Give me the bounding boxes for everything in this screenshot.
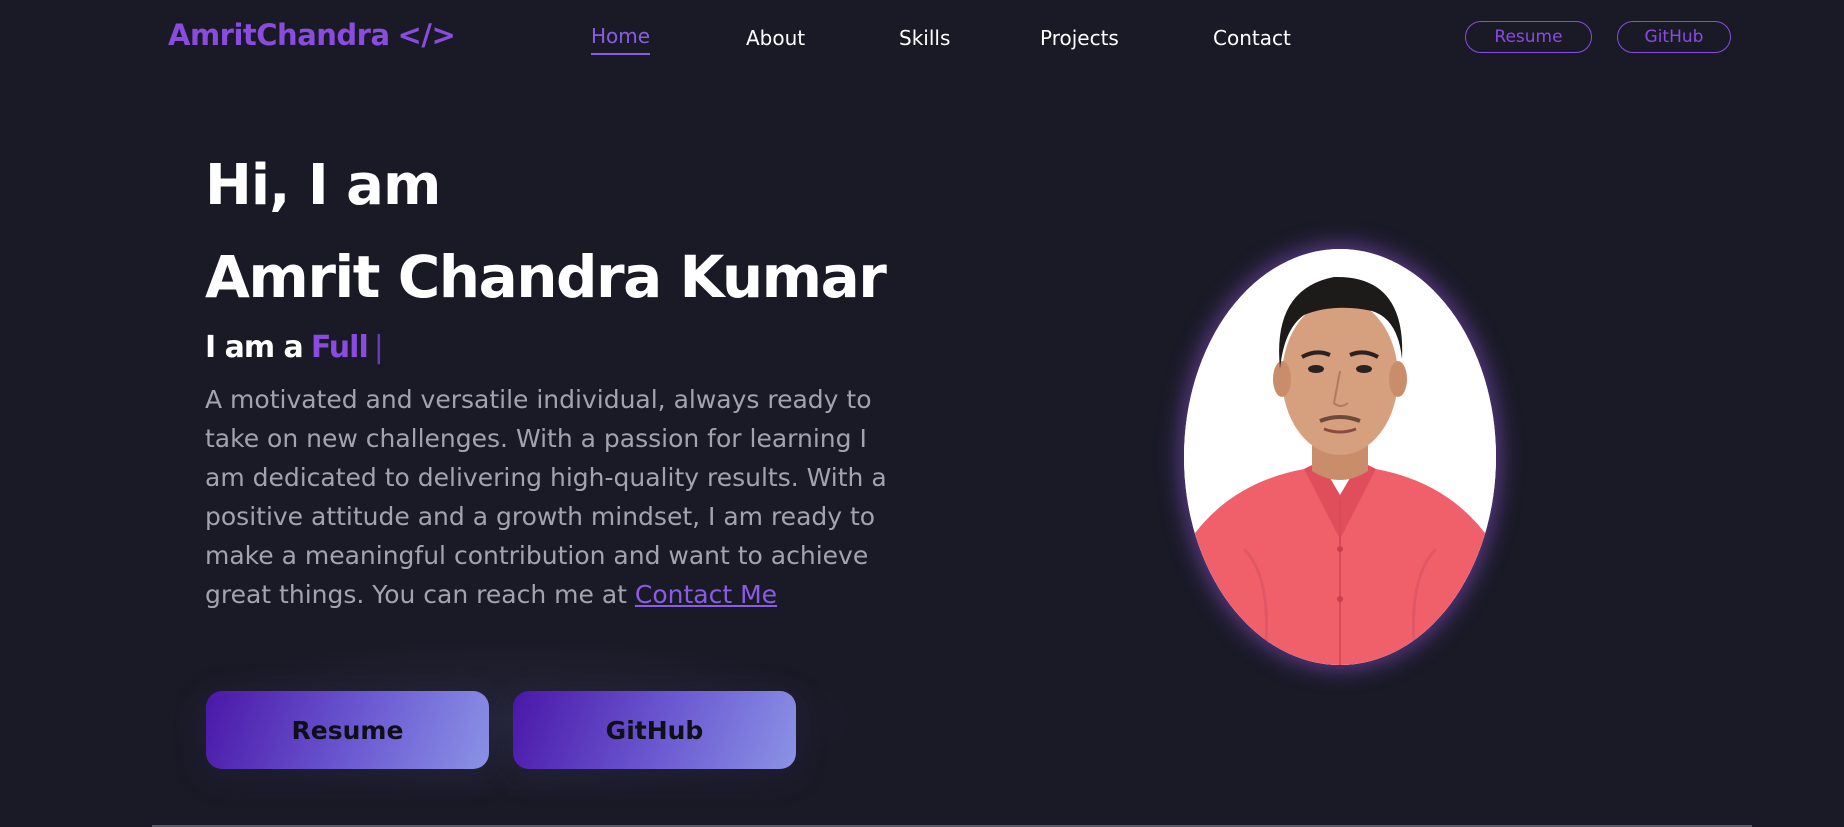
code-icon: </> bbox=[397, 18, 456, 52]
site-logo[interactable]: AmritChandra </> bbox=[168, 18, 456, 52]
nav-link-home[interactable]: Home bbox=[591, 24, 651, 55]
role-prefix: I am a bbox=[205, 330, 304, 365]
contact-me-link[interactable]: Contact Me bbox=[635, 580, 777, 609]
profile-photo bbox=[1184, 249, 1496, 665]
typing-cursor: | bbox=[373, 330, 384, 365]
nav-link-contact[interactable]: Contact bbox=[1213, 26, 1291, 50]
description-text: A motivated and versatile individual, al… bbox=[205, 385, 887, 609]
role-typed-text: Full bbox=[310, 330, 369, 365]
hero-role: I am a Full | bbox=[205, 330, 384, 365]
hero-github-button[interactable]: GitHub bbox=[513, 691, 796, 769]
hero-name: Amrit Chandra Kumar bbox=[205, 243, 887, 311]
portfolio-page: AmritChandra </> Home About Skills Projec… bbox=[0, 0, 1844, 827]
nav-resume-button[interactable]: Resume bbox=[1465, 21, 1592, 53]
hero-resume-button[interactable]: Resume bbox=[206, 691, 489, 769]
nav-link-projects[interactable]: Projects bbox=[1040, 26, 1119, 50]
hero-greeting: Hi, I am bbox=[205, 153, 441, 218]
profile-portrait-illustration bbox=[1184, 249, 1496, 665]
hero-description: A motivated and versatile individual, al… bbox=[205, 380, 905, 614]
nav-github-button[interactable]: GitHub bbox=[1617, 21, 1731, 53]
nav-link-about[interactable]: About bbox=[746, 26, 805, 50]
logo-text: AmritChandra bbox=[168, 18, 390, 52]
navbar: AmritChandra </> Home About Skills Projec… bbox=[0, 0, 1844, 78]
nav-link-skills[interactable]: Skills bbox=[899, 26, 950, 50]
